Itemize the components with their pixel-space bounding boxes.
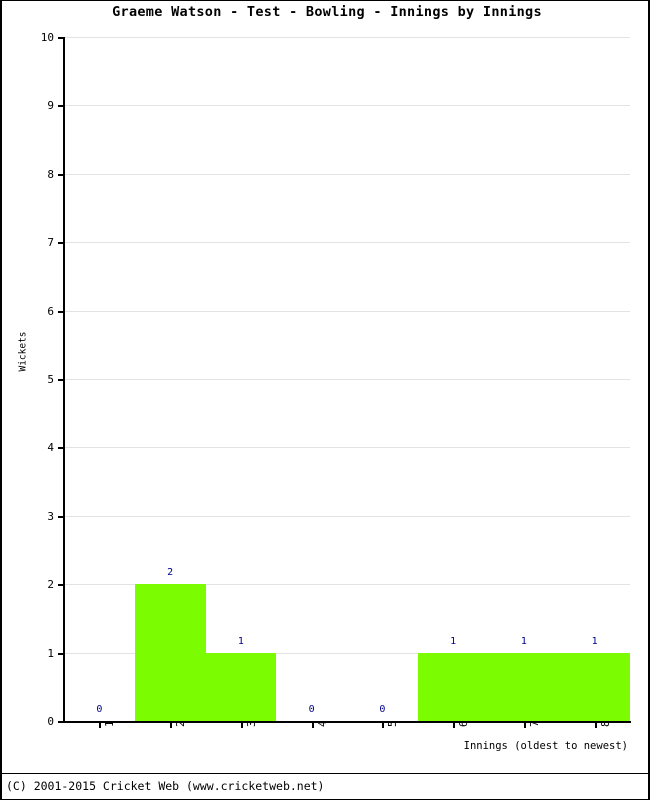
page-title: Graeme Watson - Test - Bowling - Innings… [112, 4, 542, 20]
x-axis-tick-label: 3 [246, 720, 258, 727]
y-axis-tick-label-text: 8 [47, 168, 54, 181]
bar [417, 652, 489, 721]
y-axis-tick-label-text: 0 [47, 715, 54, 728]
bar-value-label: 2 [167, 567, 174, 579]
y-axis-tick-label-text: 3 [47, 510, 54, 523]
x-axis-tick-label: 6 [458, 720, 470, 727]
x-axis-tick-label: 8 [600, 720, 612, 727]
y-axis-tick-label-text: 10 [40, 31, 54, 44]
x-axis-tick [170, 722, 172, 728]
copyright-notice: (C) 2001-2015 Cricket Web (www.cricketwe… [6, 779, 325, 793]
x-axis-tick [595, 722, 597, 728]
x-axis-tick [382, 722, 384, 728]
x-axis-tick-label: 2 [175, 720, 187, 727]
x-axis-tick [241, 722, 243, 728]
x-axis-title: Innings (oldest to newest) [463, 740, 628, 752]
bar [134, 584, 206, 721]
y-axis-tick-label: 9 [2, 100, 54, 111]
x-axis-tick [99, 722, 101, 728]
y-axis-tick-label-text: 5 [47, 373, 54, 386]
y-axis-tick-label: 2 [2, 579, 54, 590]
y-axis-tick-label: 1 [2, 648, 54, 659]
y-axis-tick-label-text: 1 [47, 647, 54, 660]
x-axis-tick [524, 722, 526, 728]
y-axis-tick-label-text: 2 [47, 578, 54, 591]
y-axis-tick-label: 0 [2, 716, 54, 727]
y-axis-tick-label-text: 4 [47, 441, 54, 454]
y-axis-tick-label: 10 [2, 32, 54, 43]
y-axis-tick-label: 3 [2, 511, 54, 522]
y-axis-tick-label: 6 [2, 306, 54, 317]
bar [559, 652, 630, 721]
bar-value-label: 0 [379, 704, 386, 715]
bar-value-label: 0 [308, 704, 315, 715]
bar-value-label: 1 [591, 635, 598, 647]
y-axis-tick-label: 8 [2, 169, 54, 180]
bar-value-label: 0 [96, 704, 103, 715]
x-axis-tick [312, 722, 314, 728]
x-axis-tick-label: 7 [529, 720, 541, 727]
x-axis-tick-label: 5 [387, 720, 399, 727]
y-axis-title: Wickets [17, 331, 29, 372]
footer-divider [2, 773, 650, 774]
bar [205, 652, 277, 721]
y-axis-tick-label-text: 7 [47, 236, 54, 249]
x-axis-tick [453, 722, 455, 728]
y-axis-tick-label-text: 6 [47, 305, 54, 318]
bar-value-label: 1 [520, 635, 527, 647]
bar-value-label: 1 [450, 635, 457, 647]
y-axis-tick-label-text: 9 [47, 99, 54, 112]
bars-layer [64, 37, 630, 721]
x-axis-line [63, 721, 631, 723]
x-axis-tick-label: 1 [104, 720, 116, 727]
x-axis-tick-label: 4 [317, 720, 329, 727]
bar [488, 652, 560, 721]
bar-value-label: 1 [237, 635, 244, 647]
y-axis-tick-label: 4 [2, 442, 54, 453]
chart-page: Graeme Watson - Test - Bowling - Innings… [0, 0, 650, 800]
y-axis-tick-label: 7 [2, 237, 54, 248]
